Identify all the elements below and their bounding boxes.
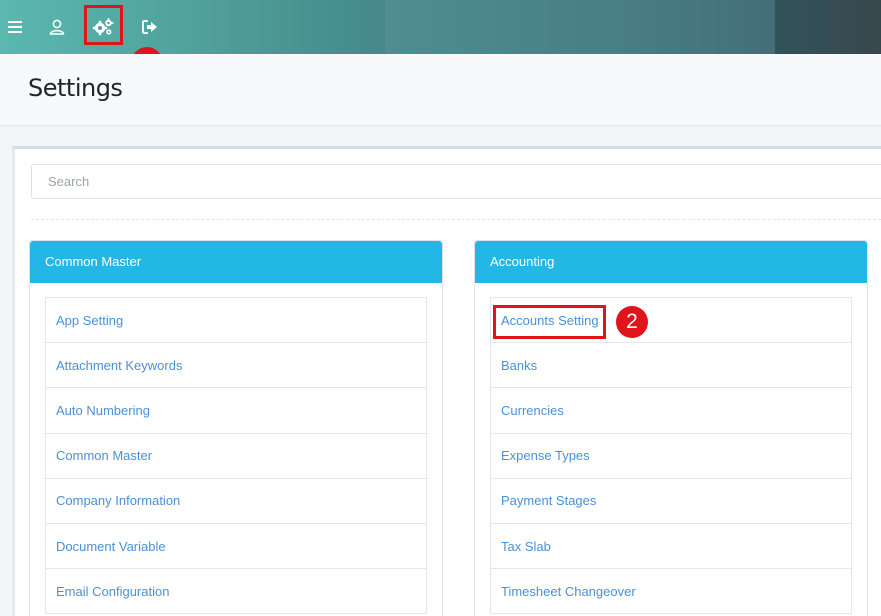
menu-icon[interactable]	[0, 12, 30, 42]
annotation-highlight-box	[493, 305, 606, 339]
accounting-panel: Accounting Accounts Setting Banks Curren…	[474, 240, 868, 616]
payment-stages-link[interactable]: Payment Stages	[501, 493, 596, 508]
list-item: Document Variable	[46, 524, 426, 570]
document-variable-link[interactable]: Document Variable	[56, 539, 166, 554]
accounting-list: Accounts Setting Banks Currencies Expens…	[490, 297, 852, 615]
attachment-keywords-link[interactable]: Attachment Keywords	[56, 358, 182, 373]
list-item: Expense Types	[491, 434, 851, 479]
expense-types-link[interactable]: Expense Types	[501, 448, 590, 463]
panel-title: Accounting	[475, 241, 867, 283]
list-item: Attachment Keywords	[46, 343, 426, 389]
list-item: App Setting	[46, 298, 426, 344]
page-title: Settings	[28, 74, 123, 102]
annotation-badge-2: 2	[616, 306, 648, 338]
search-input[interactable]	[31, 164, 881, 199]
email-configuration-link[interactable]: Email Configuration	[56, 584, 169, 599]
timesheet-changeover-link[interactable]: Timesheet Changeover	[501, 584, 636, 599]
user-icon[interactable]	[42, 12, 72, 42]
logout-icon[interactable]	[135, 12, 165, 42]
list-item: Company Information	[46, 479, 426, 524]
app-setting-link[interactable]: App Setting	[56, 313, 123, 328]
annotation-highlight-box	[84, 5, 123, 45]
navbar-shade	[775, 0, 881, 54]
settings-content: Common Master App Setting Attachment Key…	[12, 146, 881, 616]
common-master-link[interactable]: Common Master	[56, 448, 152, 463]
list-item: Email Configuration	[46, 569, 426, 615]
panel-title: Common Master	[30, 241, 442, 283]
common-master-list: App Setting Attachment Keywords Auto Num…	[45, 297, 427, 615]
list-item: Payment Stages	[491, 479, 851, 524]
list-item: Tax Slab	[491, 524, 851, 570]
list-item: Banks	[491, 343, 851, 389]
common-master-panel: Common Master App Setting Attachment Key…	[29, 240, 443, 616]
page-header: Settings	[0, 54, 881, 126]
navbar-shade	[385, 0, 775, 54]
tax-slab-link[interactable]: Tax Slab	[501, 539, 551, 554]
list-item: Auto Numbering	[46, 388, 426, 434]
list-item: Timesheet Changeover	[491, 569, 851, 615]
top-navbar	[0, 0, 881, 54]
auto-numbering-link[interactable]: Auto Numbering	[56, 403, 150, 418]
banks-link[interactable]: Banks	[501, 358, 537, 373]
divider	[31, 219, 881, 220]
list-item: Currencies	[491, 388, 851, 434]
currencies-link[interactable]: Currencies	[501, 403, 564, 418]
list-item: Common Master	[46, 434, 426, 479]
company-information-link[interactable]: Company Information	[56, 493, 180, 508]
